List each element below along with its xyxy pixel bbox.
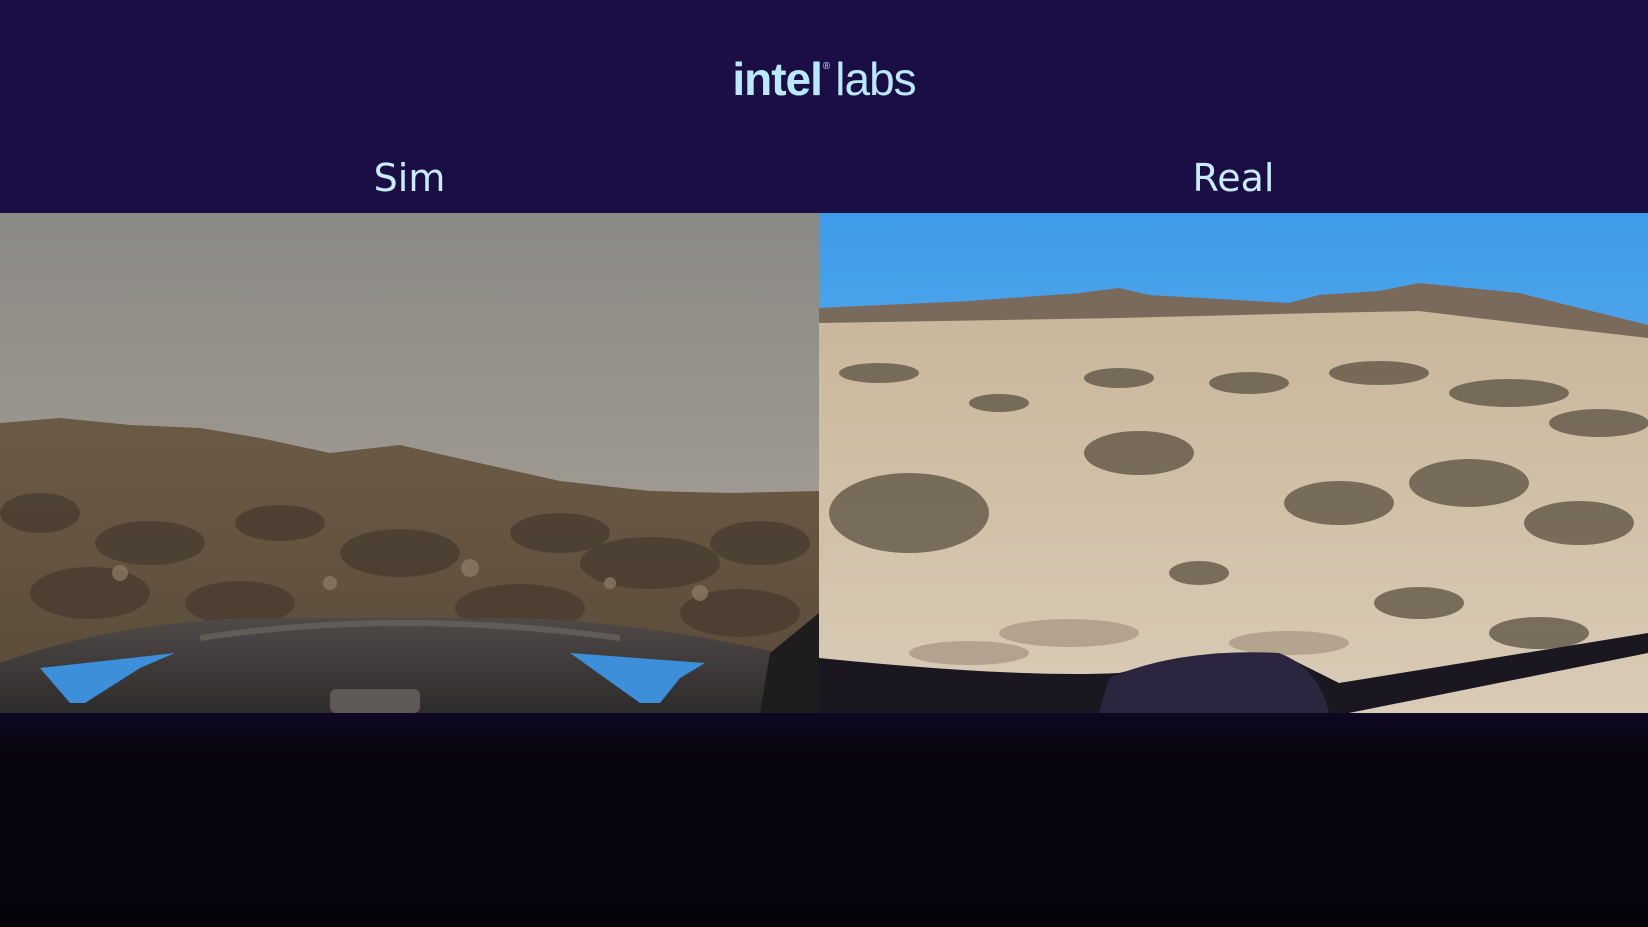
- intel-labs-logo: intel® labs: [0, 56, 1648, 102]
- sim-scene-image: [0, 213, 819, 713]
- real-label: Real: [1192, 156, 1275, 200]
- real-view: [819, 213, 1648, 713]
- video-frame: intel® labs Sim Real: [0, 0, 1648, 927]
- real-scene-image: [819, 213, 1648, 713]
- sim-view: [0, 213, 819, 713]
- logo-brand: intel: [732, 53, 823, 105]
- sim-label: Sim: [373, 156, 446, 200]
- logo-product: labs: [835, 53, 916, 105]
- logo-registered-mark: ®: [822, 61, 830, 72]
